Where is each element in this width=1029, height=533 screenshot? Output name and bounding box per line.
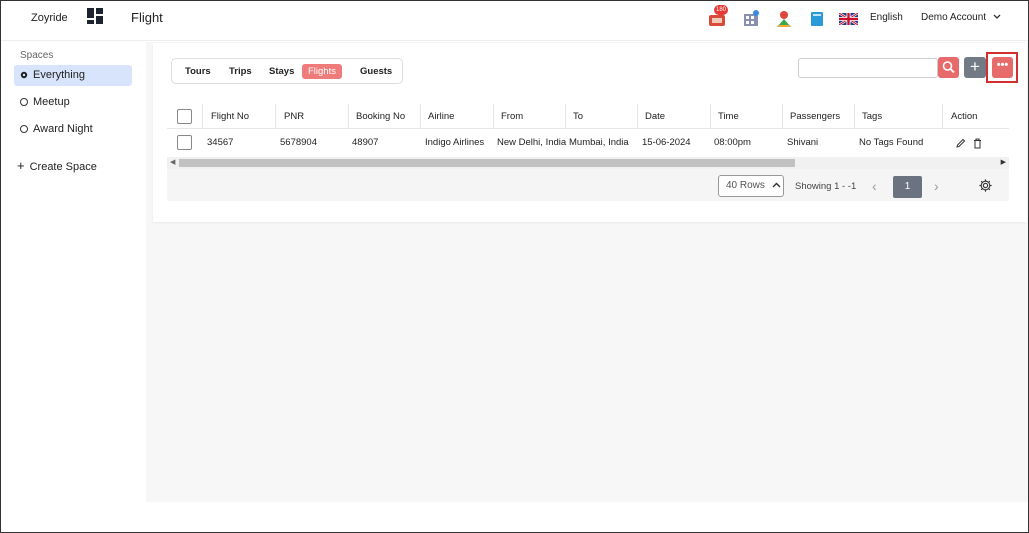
tab-guests[interactable]: Guests bbox=[354, 64, 398, 79]
sidebar-heading: Spaces bbox=[20, 50, 54, 61]
column-header-flight-no[interactable]: Flight No bbox=[211, 104, 249, 129]
account-name: Demo Account bbox=[921, 12, 987, 23]
previous-page-icon[interactable]: ‹ bbox=[872, 178, 877, 194]
top-bar: Zoyride Flight 180 English Demo Account bbox=[1, 1, 1028, 41]
dashboard-grid-icon[interactable] bbox=[87, 8, 103, 24]
delete-trash-icon[interactable] bbox=[973, 138, 982, 149]
brand-name[interactable]: Zoyride bbox=[31, 12, 68, 24]
search-icon bbox=[942, 61, 955, 74]
cell-to: Mumbai, India bbox=[569, 137, 629, 148]
cell-passengers: Shivani bbox=[787, 137, 819, 148]
cell-date: 15-06-2024 bbox=[642, 137, 691, 148]
sidebar-item-label: Everything bbox=[33, 69, 85, 81]
page-number-button[interactable]: 1 bbox=[893, 176, 922, 198]
cell-time: 08:00pm bbox=[714, 137, 751, 148]
column-header-time[interactable]: Time bbox=[718, 104, 739, 129]
showing-count: Showing 1 - -1 bbox=[795, 181, 857, 192]
cell-from: New Delhi, India bbox=[497, 137, 567, 148]
sidebar-item-label: Meetup bbox=[33, 96, 70, 108]
uk-flag-icon[interactable] bbox=[839, 13, 858, 25]
cell-booking-no: 48907 bbox=[352, 137, 379, 148]
column-header-action: Action bbox=[951, 111, 978, 122]
horizontal-scrollbar[interactable]: ◀ ▶ bbox=[167, 157, 1009, 169]
chevron-down-icon bbox=[993, 14, 1001, 20]
select-all-checkbox[interactable] bbox=[177, 109, 192, 124]
rows-per-page-label: 40 Rows bbox=[726, 180, 765, 191]
column-header-date[interactable]: Date bbox=[645, 104, 665, 129]
add-button[interactable]: + bbox=[964, 57, 986, 78]
table-footer bbox=[167, 169, 1009, 201]
table-header: Flight No PNR Booking No Airline From To… bbox=[167, 104, 1009, 129]
cell-pnr: 5678904 bbox=[280, 137, 317, 148]
column-header-airline[interactable]: Airline bbox=[428, 104, 454, 129]
cell-flight-no: 34567 bbox=[207, 137, 234, 148]
chevron-up-icon bbox=[772, 182, 781, 188]
map-pin-person-icon[interactable] bbox=[774, 8, 794, 30]
sidebar-item-everything[interactable]: Everything bbox=[14, 65, 132, 86]
settings-gear-icon[interactable] bbox=[978, 178, 993, 193]
column-header-from[interactable]: From bbox=[501, 104, 523, 129]
tab-trips[interactable]: Trips bbox=[223, 64, 258, 79]
create-space-label: Create Space bbox=[29, 161, 97, 173]
create-space-button[interactable]: + Create Space bbox=[17, 158, 97, 173]
building-icon[interactable] bbox=[741, 8, 761, 30]
edit-pencil-icon[interactable] bbox=[955, 138, 966, 149]
tab-stays[interactable]: Stays bbox=[263, 64, 300, 79]
column-header-to[interactable]: To bbox=[573, 104, 583, 129]
next-page-icon[interactable]: › bbox=[934, 178, 939, 194]
tab-flights[interactable]: Flights bbox=[302, 64, 342, 79]
highlight-box bbox=[986, 52, 1018, 83]
column-header-booking-no[interactable]: Booking No bbox=[356, 104, 405, 129]
category-tabs: Tours Trips Stays Flights Guests bbox=[171, 58, 403, 84]
scroll-right-icon[interactable]: ▶ bbox=[1001, 158, 1006, 166]
book-icon[interactable] bbox=[807, 8, 827, 30]
app-window: Zoyride Flight 180 English Demo Account … bbox=[0, 0, 1029, 533]
row-checkbox[interactable] bbox=[177, 135, 192, 150]
sidebar-item-meetup[interactable]: Meetup bbox=[14, 92, 132, 113]
cell-tags: No Tags Found bbox=[859, 137, 924, 148]
language-selector[interactable]: English bbox=[870, 12, 903, 23]
search-button[interactable] bbox=[938, 57, 959, 78]
sidebar-item-award-night[interactable]: Award Night bbox=[14, 119, 132, 140]
plus-icon: + bbox=[17, 158, 25, 173]
column-header-pnr[interactable]: PNR bbox=[284, 104, 304, 129]
rows-per-page-select[interactable]: 40 Rows bbox=[718, 175, 784, 197]
circle-icon bbox=[20, 125, 28, 133]
tab-tours[interactable]: Tours bbox=[179, 64, 217, 79]
table-row[interactable]: 34567 5678904 48907 Indigo Airlines New … bbox=[167, 130, 1009, 158]
account-menu[interactable]: Demo Account bbox=[921, 12, 1001, 23]
search-input[interactable] bbox=[798, 58, 938, 78]
cell-airline: Indigo Airlines bbox=[425, 137, 485, 148]
column-header-passengers[interactable]: Passengers bbox=[790, 104, 840, 129]
sidebar-item-label: Award Night bbox=[33, 123, 93, 135]
circle-icon bbox=[20, 98, 28, 106]
sidebar: Spaces Everything Meetup Award Night + Cr… bbox=[1, 42, 141, 532]
scroll-left-icon[interactable]: ◀ bbox=[170, 158, 175, 166]
scrollbar-thumb[interactable] bbox=[179, 159, 795, 167]
page-title: Flight bbox=[131, 10, 163, 25]
notification-badge: 180 bbox=[714, 5, 729, 15]
gear-icon bbox=[20, 71, 28, 79]
column-header-tags[interactable]: Tags bbox=[862, 104, 882, 129]
